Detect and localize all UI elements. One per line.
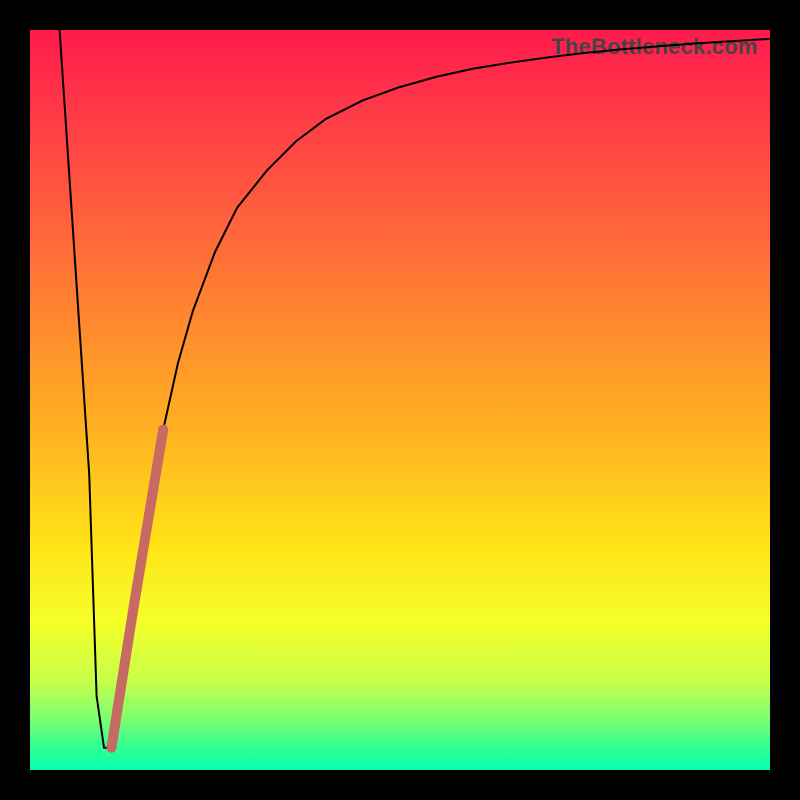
chart-frame: TheBottleneck.com: [0, 0, 800, 800]
series-curve: [60, 30, 770, 748]
series-highlight: [111, 430, 163, 748]
chart-svg: [30, 30, 770, 770]
plot-area: TheBottleneck.com: [30, 30, 770, 770]
